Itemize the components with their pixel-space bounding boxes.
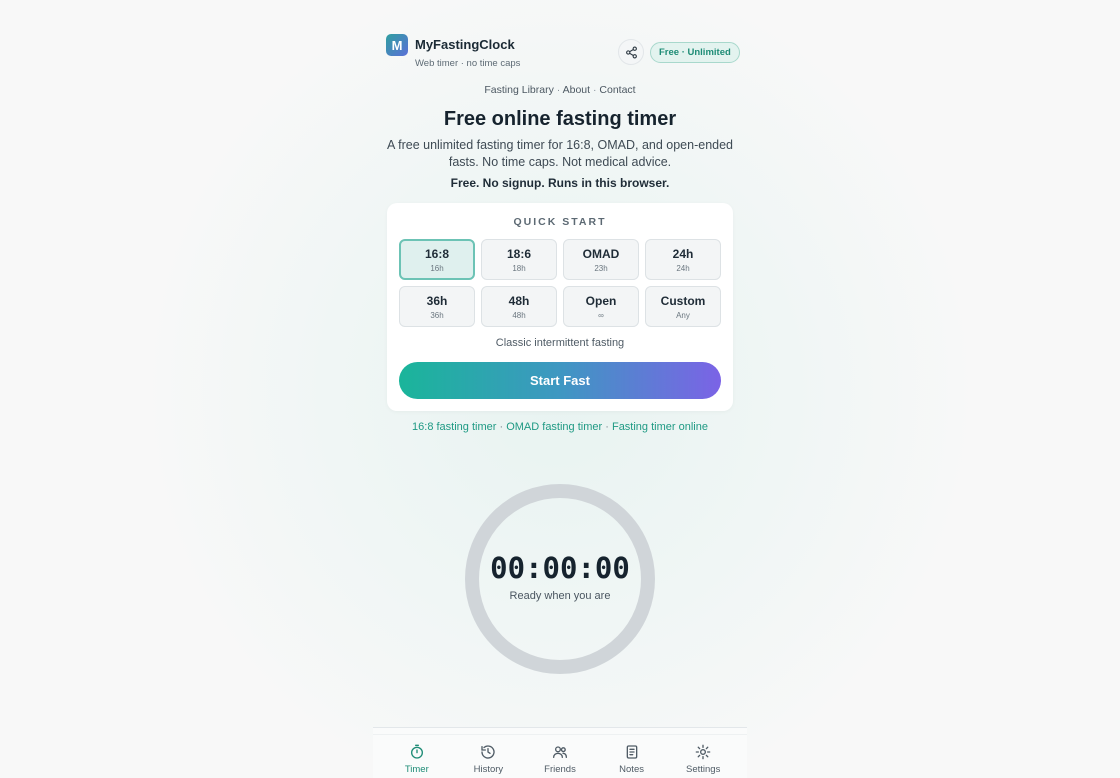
preset-custom[interactable]: Custom Any <box>645 286 721 327</box>
bottom-nav: Timer History Friends Notes Settings <box>373 727 747 778</box>
preset-name: 24h <box>672 246 694 261</box>
preset-omad[interactable]: OMAD 23h <box>563 239 639 280</box>
plan-badge: Free · Unlimited <box>650 42 740 63</box>
nav-separator: · <box>592 84 597 96</box>
preset-duration: Any <box>676 310 690 320</box>
link-separator: · <box>499 421 504 433</box>
timer-status: Ready when you are <box>509 590 611 602</box>
preset-name: 48h <box>508 293 530 308</box>
nav-link-contact[interactable]: Contact <box>599 84 635 96</box>
preset-name: 36h <box>426 293 448 308</box>
nav-label: Notes <box>619 763 644 775</box>
preset-duration: 48h <box>512 310 526 320</box>
page-subtitle: A free unlimited fasting timer for 16:8,… <box>386 138 734 169</box>
preset-name: Custom <box>660 293 706 308</box>
preset-48h[interactable]: 48h 48h <box>481 286 557 327</box>
preset-duration: ∞ <box>598 310 604 320</box>
brand-name[interactable]: MyFastingClock <box>415 37 515 52</box>
timer-display: 00:00:00 <box>490 551 630 585</box>
quick-start-heading: QUICK START <box>513 216 607 228</box>
preset-36h[interactable]: 36h 36h <box>399 286 475 327</box>
app-logo[interactable]: M <box>386 34 408 56</box>
nav-separator: · <box>556 84 561 96</box>
nav-label: Timer <box>404 763 429 775</box>
seo-links: 16:8 fasting timer · OMAD fasting timer … <box>373 421 747 433</box>
brand-tagline: Web timer · no time caps <box>415 58 521 69</box>
bottom-nav-history[interactable]: History <box>455 744 521 775</box>
preset-description: Classic intermittent fasting <box>495 337 625 349</box>
history-icon <box>481 744 496 759</box>
preset-duration: 18h <box>512 263 526 273</box>
preset-duration: 24h <box>676 263 690 273</box>
nav-link-fasting-library[interactable]: Fasting Library <box>484 84 553 96</box>
bottom-nav-notes[interactable]: Notes <box>599 744 665 775</box>
header: M MyFastingClock Web timer · no time cap… <box>386 34 740 74</box>
friends-icon <box>552 745 567 758</box>
page-tagline: Free. No signup. Runs in this browser. <box>450 176 670 190</box>
preset-name: Open <box>585 293 617 308</box>
page-title: Free online fasting timer <box>443 108 677 130</box>
link-16-8-timer[interactable]: 16:8 fasting timer <box>412 421 496 433</box>
settings-icon <box>695 744 711 759</box>
quick-start-card: QUICK START 16:8 16h 18:6 18h OMAD 23h 2… <box>387 203 733 411</box>
preset-name: OMAD <box>582 246 620 261</box>
preset-open[interactable]: Open ∞ <box>563 286 639 327</box>
share-icon <box>625 46 637 58</box>
nav-link-about[interactable]: About <box>563 84 590 96</box>
preset-duration: 23h <box>594 263 608 273</box>
nav-label: Settings <box>686 763 721 775</box>
preset-18-6[interactable]: 18:6 18h <box>481 239 557 280</box>
nav-label: Friends <box>544 763 576 775</box>
share-button[interactable] <box>618 39 644 65</box>
notes-icon <box>626 744 637 759</box>
link-separator: · <box>605 421 609 433</box>
nav-label: History <box>473 763 504 775</box>
link-omad-timer[interactable]: OMAD fasting timer <box>506 421 602 433</box>
preset-16-8[interactable]: 16:8 16h <box>399 239 475 280</box>
bottom-nav-friends[interactable]: Friends <box>527 744 593 775</box>
preset-name: 18:6 <box>506 246 532 261</box>
bottom-nav-timer[interactable]: Timer <box>384 744 450 775</box>
preset-duration: 16h <box>430 263 444 273</box>
timer-icon <box>410 744 423 759</box>
preset-grid: 16:8 16h 18:6 18h OMAD 23h 24h 24h 36h 3… <box>399 239 721 327</box>
link-fasting-timer-online[interactable]: Fasting timer online <box>612 421 708 433</box>
preset-duration: 36h <box>430 310 444 320</box>
bottom-nav-settings[interactable]: Settings <box>670 744 736 775</box>
start-fast-button[interactable]: Start Fast <box>399 362 721 399</box>
top-nav: Fasting Library · About · Contact <box>373 84 747 96</box>
app-shell: M MyFastingClock Web timer · no time cap… <box>373 0 747 778</box>
preset-24h[interactable]: 24h 24h <box>645 239 721 280</box>
preset-name: 16:8 <box>424 246 450 261</box>
